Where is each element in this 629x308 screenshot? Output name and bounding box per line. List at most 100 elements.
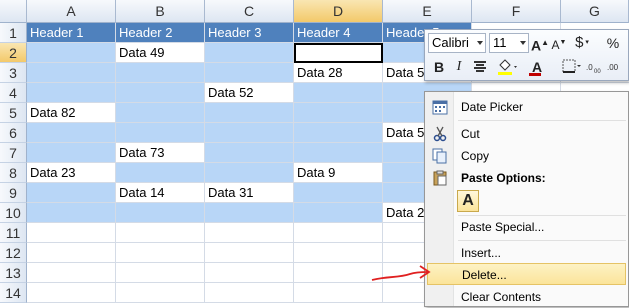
grid-cell[interactable] xyxy=(294,103,383,123)
select-all-corner[interactable] xyxy=(0,0,27,23)
column-header-a[interactable]: A xyxy=(27,0,116,23)
menu-item-label: Copy xyxy=(461,149,490,163)
menu-item-delete[interactable]: Delete... xyxy=(427,263,626,285)
menu-separator xyxy=(458,120,626,121)
grid-cell[interactable] xyxy=(205,203,294,223)
menu-item-cut[interactable]: Cut xyxy=(427,123,626,145)
chevron-down-icon xyxy=(477,41,483,45)
header-cell[interactable]: Header 1 xyxy=(27,23,116,43)
grid-cell[interactable]: Data 14 xyxy=(116,183,205,203)
row-header-3[interactable]: 3 xyxy=(0,63,27,83)
grid-cell[interactable] xyxy=(116,163,205,183)
row-header-7[interactable]: 7 xyxy=(0,143,27,163)
menu-item-insert[interactable]: Insert... xyxy=(427,242,626,264)
scissors-icon xyxy=(432,126,448,142)
grid-cell[interactable] xyxy=(205,143,294,163)
grid-cell[interactable] xyxy=(116,63,205,83)
grid-cell[interactable] xyxy=(205,123,294,143)
shrink-font-button[interactable]: A▼ xyxy=(551,33,567,53)
row-header-1[interactable]: 1 xyxy=(0,23,27,43)
bold-button[interactable]: B xyxy=(431,57,447,77)
menu-item-label: Date Picker xyxy=(461,100,524,114)
row-header-2[interactable]: 2 xyxy=(0,43,27,63)
header-cell[interactable]: Header 3 xyxy=(205,23,294,43)
column-header-f[interactable]: F xyxy=(472,0,561,23)
decrease-decimal-button[interactable]: .00 xyxy=(606,57,626,77)
header-cell[interactable]: Header 4 xyxy=(294,23,383,43)
grow-font-icon: A xyxy=(531,37,542,54)
row-header-14[interactable]: 14 xyxy=(0,283,27,303)
paste-option-icon: A xyxy=(462,192,474,209)
font-color-swatch xyxy=(529,73,541,76)
row-header-10[interactable]: 10 xyxy=(0,203,27,223)
grid-cell[interactable]: Data 23 xyxy=(27,163,116,183)
increase-decimal-button[interactable]: .0 00 xyxy=(585,57,605,77)
header-cell[interactable]: Header 2 xyxy=(116,23,205,43)
grid-cell[interactable] xyxy=(27,143,116,163)
row-header-9[interactable]: 9 xyxy=(0,183,27,203)
grid-cell[interactable] xyxy=(205,103,294,123)
grid-cell[interactable] xyxy=(294,143,383,163)
grid-cell[interactable] xyxy=(116,103,205,123)
grid-cell[interactable]: Data 49 xyxy=(116,43,205,63)
percent-button[interactable]: % xyxy=(605,33,621,53)
grid-cell[interactable]: Data 31 xyxy=(205,183,294,203)
grid-cell[interactable] xyxy=(27,43,116,63)
grid-cell[interactable]: Data 52 xyxy=(205,83,294,103)
grid-cell[interactable] xyxy=(27,183,116,203)
italic-button[interactable]: I xyxy=(451,57,467,77)
grid-cell[interactable]: Data 82 xyxy=(27,103,116,123)
grid-cell[interactable] xyxy=(294,183,383,203)
grid-cell[interactable] xyxy=(116,83,205,103)
row-header-5[interactable]: 5 xyxy=(0,103,27,123)
grid-line xyxy=(115,223,116,303)
font-size-box[interactable]: 11 xyxy=(489,33,529,53)
grid-cell[interactable] xyxy=(294,203,383,223)
grow-font-button[interactable]: A▲ xyxy=(531,33,549,54)
borders-button[interactable] xyxy=(561,57,583,77)
bold-icon: B xyxy=(433,59,445,75)
menu-separator xyxy=(458,240,626,241)
grid-cell[interactable] xyxy=(27,63,116,83)
menu-item-date-picker[interactable]: Date Picker xyxy=(427,96,626,118)
menu-item-label: Paste Options: xyxy=(461,171,546,185)
paste-values-button[interactable]: A xyxy=(457,190,479,212)
menu-item-copy[interactable]: Copy xyxy=(427,145,626,167)
menu-item-clear-contents[interactable]: Clear Contents xyxy=(427,286,626,308)
row-header-13[interactable]: 13 xyxy=(0,263,27,283)
column-header-d[interactable]: D xyxy=(294,0,383,23)
grid-cell[interactable] xyxy=(27,203,116,223)
active-cell[interactable] xyxy=(294,43,383,63)
grid-cell[interactable] xyxy=(205,43,294,63)
font-name-box[interactable]: Calibri xyxy=(428,33,486,53)
grid-cell[interactable] xyxy=(27,123,116,143)
row-header-11[interactable]: 11 xyxy=(0,223,27,243)
row-header-4[interactable]: 4 xyxy=(0,83,27,103)
grid-cell[interactable] xyxy=(294,83,383,103)
row-header-8[interactable]: 8 xyxy=(0,163,27,183)
center-align-button[interactable] xyxy=(471,57,489,77)
grid-cell[interactable]: Data 9 xyxy=(294,163,383,183)
grid-cell[interactable]: Data 73 xyxy=(116,143,205,163)
grid-cell[interactable] xyxy=(205,63,294,83)
grid-cell[interactable] xyxy=(116,203,205,223)
column-header-c[interactable]: C xyxy=(205,0,294,23)
calendar-icon xyxy=(432,99,448,115)
currency-button[interactable]: $ ▾ xyxy=(573,33,591,53)
grid-cell[interactable] xyxy=(205,163,294,183)
column-header-g[interactable]: G xyxy=(561,0,629,23)
row-header-12[interactable]: 12 xyxy=(0,243,27,263)
row-header-6[interactable]: 6 xyxy=(0,123,27,143)
menu-item-label: Paste Special... xyxy=(461,220,545,234)
grid-cell[interactable]: Data 28 xyxy=(294,63,383,83)
fill-color-button[interactable] xyxy=(495,57,519,77)
grid-cell[interactable] xyxy=(294,123,383,143)
column-header-b[interactable]: B xyxy=(116,0,205,23)
font-color-button[interactable]: A xyxy=(525,57,549,77)
grid-cell[interactable] xyxy=(27,83,116,103)
menu-item-paste-special[interactable]: Paste Special... xyxy=(427,216,626,238)
grid-cell[interactable] xyxy=(116,123,205,143)
svg-text:.00: .00 xyxy=(607,63,619,72)
copy-icon xyxy=(432,148,448,164)
column-header-e[interactable]: E xyxy=(383,0,472,23)
